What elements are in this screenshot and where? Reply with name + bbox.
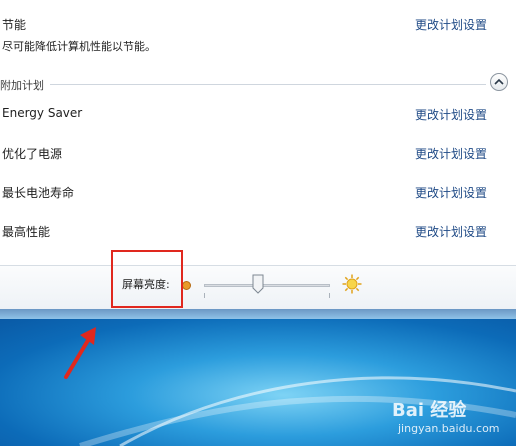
- collapse-section-button[interactable]: [490, 73, 508, 91]
- plan-name-max-battery: 最长电池寿命: [2, 186, 75, 200]
- red-arrow-icon: [64, 327, 96, 379]
- plan-description-current: 尽可能降低计算机性能以节能。: [2, 40, 156, 53]
- section-divider: [50, 84, 486, 85]
- section-label-additional-plans: 附加计划: [0, 77, 50, 93]
- plan-name-optimized: 优化了电源: [2, 147, 63, 161]
- change-plan-settings-link[interactable]: 更改计划设置: [415, 223, 487, 240]
- plan-name-energy-saver: Energy Saver: [2, 106, 83, 120]
- change-plan-settings-link[interactable]: 更改计划设置: [415, 16, 487, 33]
- brightness-bar: 屏幕亮度:: [0, 265, 516, 310]
- brightness-slider-ticks: [204, 293, 330, 298]
- window-bottom-edge: [0, 309, 516, 319]
- watermark-brand: Bai 经验: [392, 400, 467, 421]
- brightness-slider-thumb[interactable]: [252, 274, 264, 294]
- highlight-box: [111, 250, 183, 308]
- plan-name-high-performance: 最高性能: [2, 225, 51, 239]
- change-plan-settings-link[interactable]: 更改计划设置: [415, 106, 487, 123]
- brightness-slider-track[interactable]: [204, 284, 330, 287]
- plan-name-current: 节能: [2, 18, 27, 32]
- change-plan-settings-link[interactable]: 更改计划设置: [415, 145, 487, 162]
- power-plans-panel: 节能 尽可能降低计算机性能以节能。 更改计划设置 附加计划 Energy Sav…: [0, 0, 516, 266]
- chevron-up-icon: [494, 78, 504, 85]
- watermark-url: jingyan.baidu.com: [398, 422, 500, 435]
- brightness-bright-icon: [342, 274, 362, 294]
- change-plan-settings-link[interactable]: 更改计划设置: [415, 184, 487, 201]
